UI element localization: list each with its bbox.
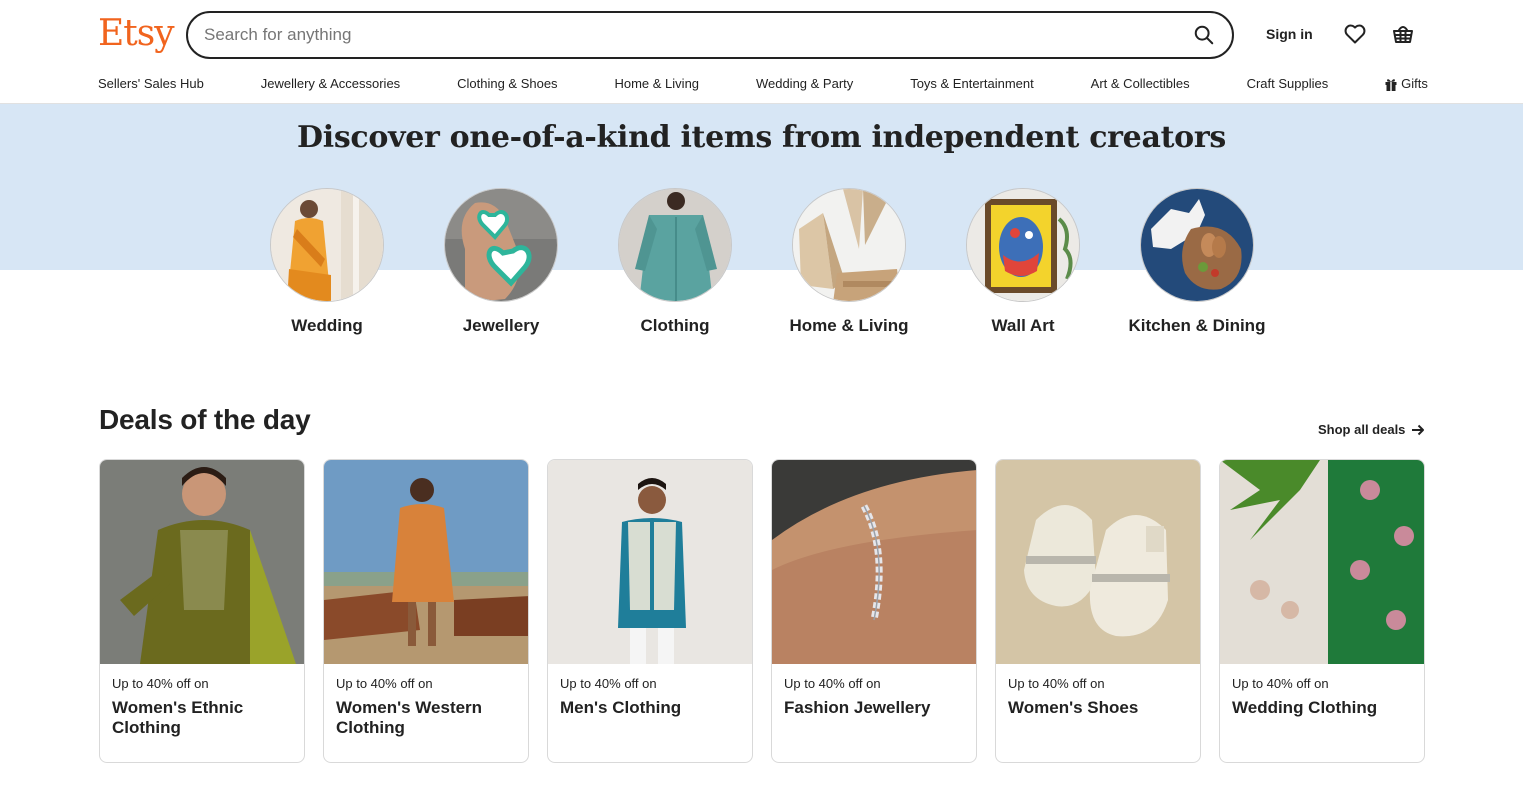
deal-card-discount: Up to 40% off on: [560, 676, 657, 691]
nav-item-home-living[interactable]: Home & Living: [614, 74, 699, 94]
deals-list: Up to 40% off on Women's Ethnic Clothing…: [99, 459, 1425, 763]
nav-item-clothing-shoes[interactable]: Clothing & Shoes: [457, 74, 557, 94]
nav-item-art-collectibles[interactable]: Art & Collectibles: [1091, 74, 1190, 94]
deals-title: Deals of the day: [99, 404, 311, 435]
deal-card-mens-clothing[interactable]: Up to 40% off on Men's Clothing: [547, 459, 753, 763]
category-nav: Sellers' Sales Hub Jewellery & Accessori…: [98, 74, 1428, 94]
deal-card-discount: Up to 40% off on: [1232, 676, 1329, 691]
category-kitchen-dining-image: [1140, 188, 1254, 302]
category-home-living-image: [792, 188, 906, 302]
deal-card-title: Men's Clothing: [560, 698, 682, 717]
deal-card-title: Women's Western Clothing: [336, 698, 483, 737]
deal-card-discount: Up to 40% off on: [336, 676, 433, 691]
category-home-living-label: Home & Living: [789, 316, 909, 335]
arrow-right-icon: [1412, 424, 1425, 435]
category-wedding-label: Wedding: [291, 316, 363, 335]
deal-card-fashion-jewellery[interactable]: Up to 40% off on Fashion Jewellery: [771, 459, 977, 763]
search-bar: [186, 11, 1234, 59]
favorites-button[interactable]: [1343, 22, 1367, 46]
category-wedding[interactable]: Wedding: [270, 188, 384, 336]
deal-card-womens-ethnic[interactable]: Up to 40% off on Women's Ethnic Clothing: [99, 459, 305, 763]
category-jewellery-image: [444, 188, 558, 302]
search-button[interactable]: [1188, 19, 1220, 51]
deal-card-title: Women's Shoes: [1008, 698, 1139, 717]
category-kitchen-dining-label: Kitchen & Dining: [1128, 316, 1266, 335]
deal-card-title: Women's Ethnic Clothing: [112, 698, 244, 737]
heart-icon: [1344, 24, 1366, 44]
deal-card-womens-western[interactable]: Up to 40% off on Women's Western Clothin…: [323, 459, 529, 763]
category-wall-art[interactable]: Wall Art: [966, 188, 1080, 336]
nav-item-craft-supplies[interactable]: Craft Supplies: [1247, 74, 1329, 94]
category-circles: Wedding Jewellery Clothing Home & Living…: [270, 188, 1265, 336]
deal-card-image: [996, 460, 1200, 664]
deal-card-discount: Up to 40% off on: [1008, 676, 1105, 691]
category-home-living[interactable]: Home & Living: [789, 188, 909, 336]
category-clothing-image: [618, 188, 732, 302]
nav-item-toys-entertainment[interactable]: Toys & Entertainment: [910, 74, 1034, 94]
deal-card-discount: Up to 40% off on: [112, 676, 209, 691]
shop-all-deals-link[interactable]: Shop all deals: [1318, 422, 1425, 437]
deal-card-title: Fashion Jewellery: [784, 698, 931, 717]
category-jewellery-label: Jewellery: [462, 316, 540, 335]
deal-card-womens-shoes[interactable]: Up to 40% off on Women's Shoes: [995, 459, 1201, 763]
hero-title: Discover one-of-a-kind items from indepe…: [297, 120, 1226, 155]
nav-item-jewellery-accessories[interactable]: Jewellery & Accessories: [261, 74, 400, 94]
nav-item-gifts[interactable]: Gifts: [1385, 74, 1428, 94]
search-icon: [1194, 25, 1214, 45]
category-jewellery[interactable]: Jewellery: [444, 188, 558, 336]
gift-icon: [1385, 78, 1397, 91]
site-header: Etsy Sign in Sellers' Sales Hub Jeweller…: [0, 0, 1523, 104]
deal-card-image: [324, 460, 528, 664]
basket-icon: [1393, 26, 1413, 43]
category-wedding-image: [270, 188, 384, 302]
category-wall-art-label: Wall Art: [991, 316, 1055, 335]
cart-button[interactable]: [1391, 22, 1415, 46]
search-input[interactable]: [204, 13, 1164, 57]
category-clothing[interactable]: Clothing: [618, 188, 732, 336]
etsy-logo[interactable]: Etsy: [98, 12, 175, 56]
category-clothing-label: Clothing: [640, 316, 710, 335]
nav-item-wedding-party[interactable]: Wedding & Party: [756, 74, 853, 94]
deal-card-image: [100, 460, 304, 664]
deal-card-image: [1220, 460, 1424, 664]
deal-card-discount: Up to 40% off on: [784, 676, 881, 691]
category-kitchen-dining[interactable]: Kitchen & Dining: [1129, 188, 1265, 336]
nav-item-sellers-sales-hub[interactable]: Sellers' Sales Hub: [98, 74, 204, 94]
sign-in-link[interactable]: Sign in: [1258, 22, 1321, 46]
deal-card-image: [772, 460, 976, 664]
category-wall-art-image: [966, 188, 1080, 302]
deal-card-title: Wedding Clothing: [1232, 698, 1378, 717]
shop-all-deals-label: Shop all deals: [1318, 422, 1406, 437]
nav-item-gifts-label: Gifts: [1401, 76, 1428, 91]
deal-card-image: [548, 460, 752, 664]
deal-card-wedding-clothing[interactable]: Up to 40% off on Wedding Clothing: [1219, 459, 1425, 763]
